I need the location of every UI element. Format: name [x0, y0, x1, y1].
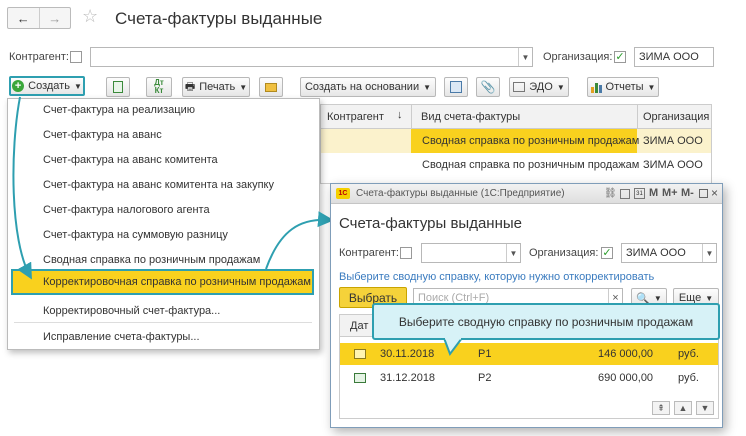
- chevron-down-icon: ▼: [653, 293, 662, 303]
- row-amount: 690 000,00: [598, 372, 654, 384]
- dialog-hint: Выберите сводную справку, которую нужно …: [339, 271, 655, 283]
- dialog-organization-checkbox[interactable]: ✓: [601, 247, 613, 259]
- chevron-down-icon[interactable]: ▼: [702, 244, 716, 262]
- dialog-titlebar[interactable]: 1С Счета-фактуры выданные (1С:Предприяти…: [331, 184, 722, 204]
- close-icon[interactable]: ×: [711, 186, 718, 200]
- dialog-window-title: Счета-фактуры выданные (1С:Предприятие): [356, 188, 565, 199]
- row-currency: руб.: [678, 372, 699, 384]
- row-date: 30.11.2018: [380, 348, 435, 360]
- scroll-down-icon[interactable]: ▼: [696, 401, 714, 415]
- dialog-counterparty-label: Контрагент:: [339, 247, 399, 259]
- tooltip-callout: Выберите сводную справку по розничным пр…: [372, 303, 720, 340]
- document-green-icon: [354, 373, 366, 383]
- tooltip-pointer: [443, 338, 463, 357]
- document-yellow-icon: [354, 349, 366, 359]
- dialog-counterparty-checkbox[interactable]: [400, 247, 412, 259]
- row-currency: руб.: [678, 348, 699, 360]
- calendar-icon[interactable]: 31: [634, 188, 645, 199]
- arrow-item-to-dialog: [265, 211, 334, 270]
- table-row[interactable]: 30.11.2018 Р1 146 000,00 руб.: [340, 343, 718, 365]
- header-date[interactable]: Дат: [350, 315, 368, 337]
- memory-plus-button[interactable]: M+: [662, 187, 678, 199]
- arrow-create-to-item: [12, 96, 32, 280]
- dialog-organization-value: ЗИМА ООО: [626, 247, 686, 259]
- dialog-organization-input[interactable]: ЗИМА ООО ▼: [621, 243, 717, 263]
- memory-minus-button[interactable]: M-: [681, 187, 694, 199]
- chevron-down-icon: ▼: [705, 293, 714, 303]
- link-icon[interactable]: ⛓: [604, 188, 617, 199]
- chevron-down-icon[interactable]: ▼: [506, 244, 520, 262]
- maximize-icon[interactable]: [699, 189, 708, 198]
- table-row[interactable]: 31.12.2018 Р2 690 000,00 руб.: [340, 367, 718, 389]
- row-number: Р2: [478, 372, 492, 384]
- app-logo-icon: 1С: [336, 188, 350, 199]
- row-date: 31.12.2018: [380, 372, 436, 384]
- dialog-counterparty-input[interactable]: ▼: [421, 243, 521, 263]
- save-icon[interactable]: [620, 189, 630, 199]
- dialog-title: Счета-фактуры выданные: [339, 215, 522, 232]
- row-amount: 146 000,00: [598, 348, 654, 360]
- dialog-organization-label: Организация:: [529, 247, 599, 259]
- memory-m-button[interactable]: M: [649, 187, 658, 199]
- row-number: Р1: [478, 348, 492, 360]
- tooltip-text: Выберите сводную справку по розничным пр…: [398, 314, 694, 329]
- scroll-up-icon[interactable]: ▲: [674, 401, 692, 415]
- scroll-first-icon[interactable]: ⇞: [652, 401, 670, 415]
